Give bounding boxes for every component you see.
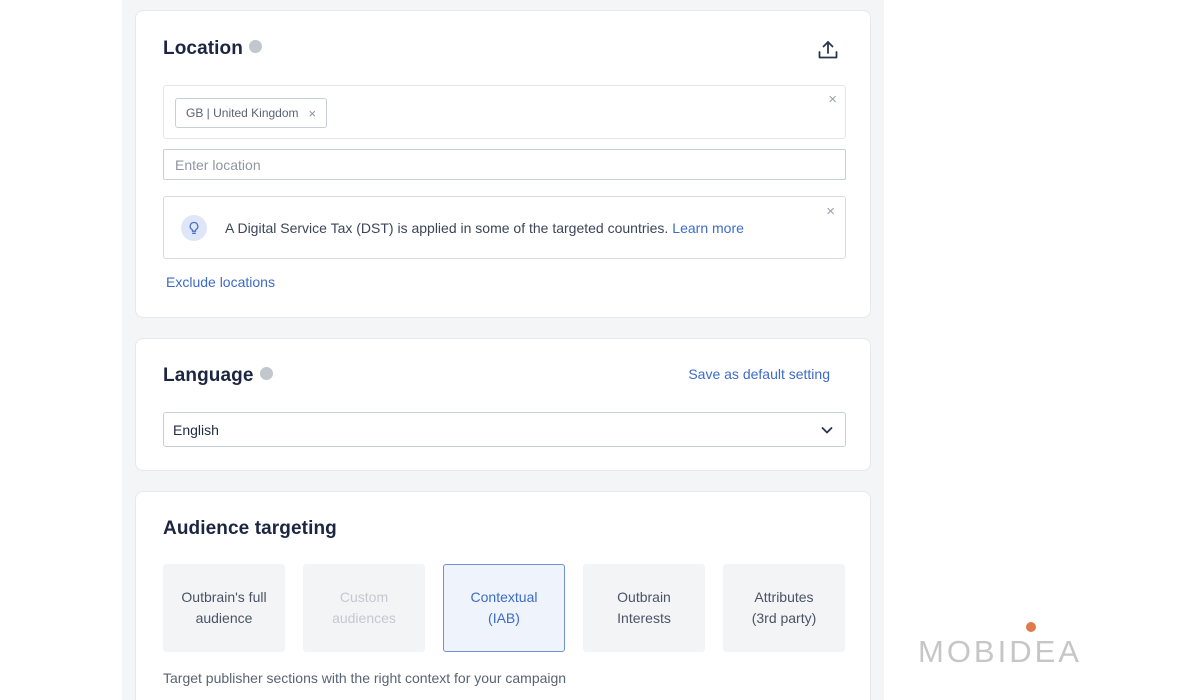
- dst-notice: A Digital Service Tax (DST) is applied i…: [163, 196, 846, 259]
- language-card: Language Save as default setting English: [135, 338, 871, 471]
- logo-dot: [1026, 622, 1036, 632]
- save-default-link[interactable]: Save as default setting: [688, 366, 830, 382]
- info-icon[interactable]: [259, 367, 273, 381]
- location-chip-label: GB | United Kingdom: [186, 106, 299, 120]
- exclude-locations-link[interactable]: Exclude locations: [166, 274, 275, 290]
- audience-card: Audience targeting Outbrain's full audie…: [135, 491, 871, 700]
- remove-chip-icon[interactable]: ×: [309, 106, 317, 121]
- language-title: Language: [163, 365, 273, 387]
- audience-option-contextual[interactable]: Contextual (IAB): [443, 564, 565, 652]
- clear-locations-icon[interactable]: ×: [828, 91, 837, 108]
- audience-description: Target publisher sections with the right…: [163, 670, 567, 686]
- location-title: Location: [163, 38, 262, 60]
- language-selected-value: English: [173, 421, 219, 438]
- audience-option-full[interactable]: Outbrain's full audience: [163, 564, 285, 652]
- chevron-down-icon: [821, 427, 833, 434]
- language-select[interactable]: English: [163, 412, 846, 447]
- audience-options: Outbrain's full audience Custom audience…: [163, 564, 846, 652]
- audience-option-interests[interactable]: Outbrain Interests: [583, 564, 705, 652]
- audience-title: Audience targeting: [163, 518, 337, 539]
- lightbulb-icon: [181, 214, 207, 241]
- notice-text: A Digital Service Tax (DST) is applied i…: [225, 219, 744, 236]
- info-icon[interactable]: [248, 40, 262, 54]
- selected-locations-box: GB | United Kingdom × ×: [163, 85, 846, 139]
- audience-option-custom: Custom audiences: [303, 564, 425, 652]
- close-notice-icon[interactable]: ×: [826, 203, 835, 220]
- audience-option-attributes[interactable]: Attributes (3rd party): [723, 564, 845, 652]
- location-input[interactable]: [163, 149, 846, 180]
- learn-more-link[interactable]: Learn more: [672, 220, 744, 236]
- mobidea-logo: MOBIDEA: [918, 634, 1082, 669]
- location-chip: GB | United Kingdom ×: [175, 98, 328, 128]
- upload-icon[interactable]: [816, 38, 840, 62]
- location-card: Location GB | United Kingdom × × A Digit…: [135, 10, 871, 318]
